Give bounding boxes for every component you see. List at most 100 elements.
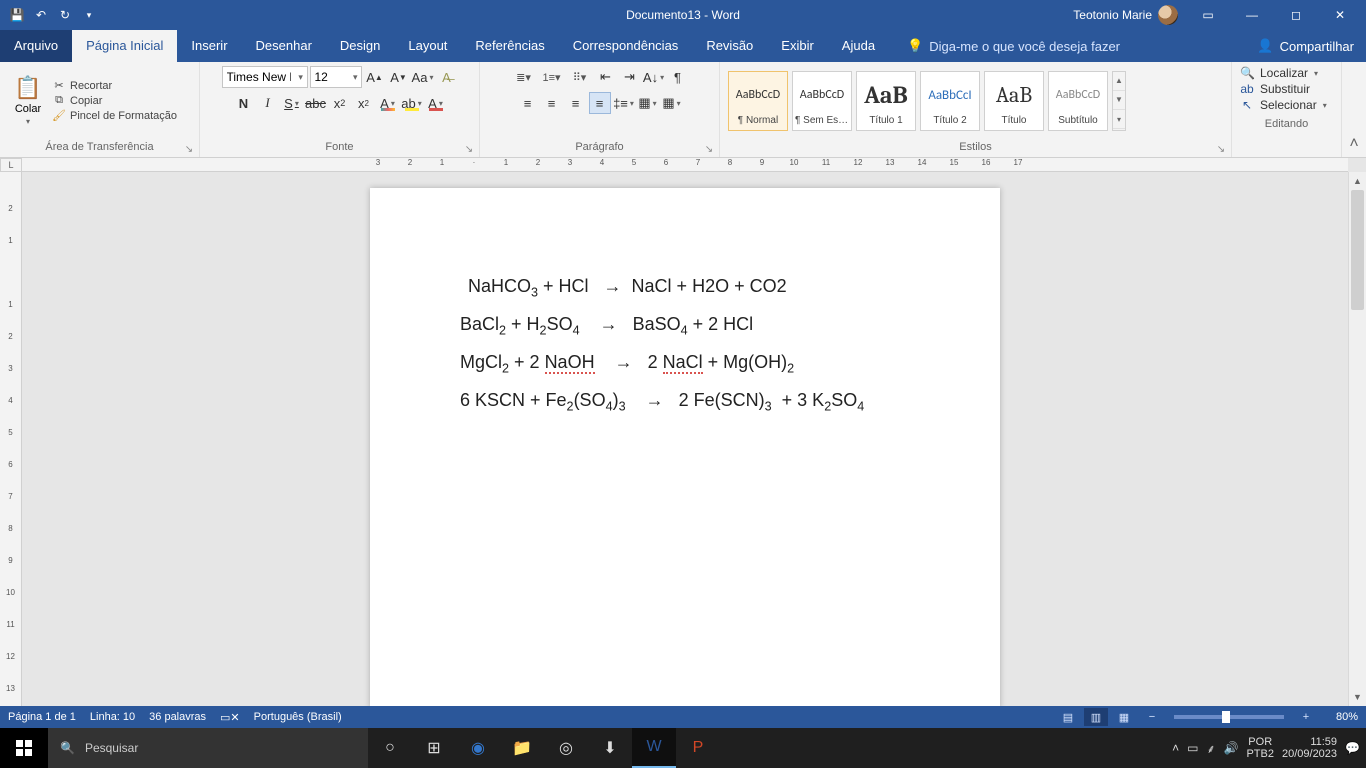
battery-icon[interactable]: ▭ xyxy=(1187,741,1198,755)
sort-button[interactable]: A↓ xyxy=(643,66,665,88)
style-tile[interactable]: AaBbCcDSubtítulo xyxy=(1048,71,1108,131)
task-view-icon[interactable]: ⊞ xyxy=(412,728,456,768)
cortana-icon[interactable]: ○ xyxy=(368,728,412,768)
clipboard-dialog-launcher-icon[interactable]: ↘ xyxy=(183,143,195,155)
tab-insert[interactable]: Inserir xyxy=(177,30,241,62)
underline-button[interactable]: S xyxy=(281,92,303,114)
style-tile[interactable]: AaBbCcITítulo 2 xyxy=(920,71,980,131)
styles-dialog-launcher-icon[interactable]: ↘ xyxy=(1215,143,1227,155)
maximize-icon[interactable]: ◻ xyxy=(1276,1,1316,29)
font-name-input[interactable] xyxy=(223,70,295,84)
horizontal-ruler[interactable]: 321 ·123 4567 891011 12131415 1617 xyxy=(22,158,1348,172)
tray-lang1[interactable]: POR xyxy=(1246,736,1274,748)
font-size-combo[interactable]: ▾ xyxy=(310,66,362,88)
shading-button[interactable]: ▦ xyxy=(637,92,659,114)
microsoft-store-icon[interactable]: ⬇ xyxy=(588,728,632,768)
zoom-in-button[interactable]: + xyxy=(1294,708,1318,726)
status-word-count[interactable]: 36 palavras xyxy=(149,711,206,723)
align-right-button[interactable]: ≡ xyxy=(565,92,587,114)
font-size-input[interactable] xyxy=(311,70,351,84)
word-app-icon[interactable]: W xyxy=(632,728,676,768)
share-button[interactable]: 👤 Compartilhar xyxy=(1245,38,1366,54)
grow-font-button[interactable]: A▲ xyxy=(364,66,386,88)
undo-icon[interactable]: ↶ xyxy=(32,6,50,24)
tab-draw[interactable]: Desenhar xyxy=(242,30,326,62)
volume-icon[interactable]: 🔊 xyxy=(1224,741,1239,755)
bold-button[interactable]: N xyxy=(233,92,255,114)
strikethrough-button[interactable]: abc xyxy=(305,92,327,114)
powerpoint-app-icon[interactable]: P xyxy=(676,728,720,768)
style-tile[interactable]: AaBTítulo 1 xyxy=(856,71,916,131)
qat-customize-icon[interactable]: ▾ xyxy=(80,6,98,24)
replace-button[interactable]: ab Substituir xyxy=(1240,82,1333,96)
vertical-ruler[interactable]: 21 1234 5678 9101112 1314 xyxy=(0,172,22,706)
equation-line[interactable]: BaCl2 + H2SO4 → BaSO4 + 2 HCl xyxy=(460,306,910,344)
tab-home[interactable]: Página Inicial xyxy=(72,30,177,62)
font-name-combo[interactable]: ▾ xyxy=(222,66,308,88)
scroll-down-icon[interactable]: ▼ xyxy=(1349,688,1366,706)
tab-review[interactable]: Revisão xyxy=(692,30,767,62)
align-left-button[interactable]: ≡ xyxy=(517,92,539,114)
tab-layout[interactable]: Layout xyxy=(394,30,461,62)
clear-formatting-button[interactable]: A̶ xyxy=(436,66,458,88)
equation-line[interactable]: MgCl2 + 2 NaOH → 2 NaCl + Mg(OH)2 xyxy=(460,344,910,382)
increase-indent-button[interactable]: ⇥ xyxy=(619,66,641,88)
italic-button[interactable]: I xyxy=(257,92,279,114)
status-line[interactable]: Linha: 10 xyxy=(90,711,135,723)
edge-icon[interactable]: ◉ xyxy=(456,728,500,768)
format-painter-button[interactable]: 🖌 Pincel de Formatação xyxy=(52,109,177,122)
notifications-icon[interactable]: 💬 xyxy=(1345,741,1360,755)
spellcheck-icon[interactable]: ▭✕ xyxy=(220,711,240,724)
styles-scroll[interactable]: ▲▼▾ xyxy=(1112,71,1126,131)
paste-button[interactable]: 📋 Colar ▾ xyxy=(8,75,48,126)
styles-more-icon[interactable]: ▾ xyxy=(1113,110,1125,129)
chrome-icon[interactable]: ◎ xyxy=(544,728,588,768)
save-icon[interactable]: 💾 xyxy=(8,6,26,24)
align-center-button[interactable]: ≡ xyxy=(541,92,563,114)
subscript-button[interactable]: x2 xyxy=(329,92,351,114)
zoom-level[interactable]: 80% xyxy=(1322,711,1358,723)
taskbar-search[interactable]: 🔍 Pesquisar xyxy=(48,728,368,768)
tray-clock[interactable]: 11:59 20/09/2023 xyxy=(1282,736,1337,760)
ribbon-display-options-icon[interactable]: ▭ xyxy=(1188,1,1228,29)
scrollbar-thumb[interactable] xyxy=(1351,190,1364,310)
collapse-ribbon-button[interactable]: ˄ xyxy=(1342,62,1366,157)
zoom-out-button[interactable]: − xyxy=(1140,708,1164,726)
highlight-color-button[interactable]: ab xyxy=(401,92,423,114)
align-justify-button[interactable]: ≡ xyxy=(589,92,611,114)
style-tile[interactable]: AaBTítulo xyxy=(984,71,1044,131)
select-button[interactable]: ↖ Selecionar ▾ xyxy=(1240,98,1333,112)
font-dialog-launcher-icon[interactable]: ↘ xyxy=(463,143,475,155)
start-button[interactable] xyxy=(0,728,48,768)
chevron-down-icon[interactable]: ▾ xyxy=(295,72,307,83)
bullets-button[interactable]: ≣▾ xyxy=(511,66,537,88)
print-layout-icon[interactable]: ▥ xyxy=(1084,708,1108,726)
scrollbar-track[interactable] xyxy=(1349,190,1366,688)
equation-line[interactable]: 6 KSCN + Fe2(SO4)3 → 2 Fe(SCN)3 + 3 K2SO… xyxy=(460,382,910,420)
tell-me-search[interactable]: 💡 Diga-me o que você deseja fazer xyxy=(889,38,1245,54)
line-spacing-button[interactable]: ‡≡ xyxy=(613,92,635,114)
tab-help[interactable]: Ajuda xyxy=(828,30,889,62)
equation-line[interactable]: NaHCO3 + HCl → NaCl + H2O + CO2 xyxy=(460,268,910,306)
change-case-button[interactable]: Aa xyxy=(412,66,434,88)
superscript-button[interactable]: x2 xyxy=(353,92,375,114)
status-language[interactable]: Português (Brasil) xyxy=(254,711,342,723)
zoom-slider-thumb[interactable] xyxy=(1222,711,1230,723)
close-icon[interactable]: ✕ xyxy=(1320,1,1360,29)
redo-icon[interactable]: ↻ xyxy=(56,6,74,24)
account-user[interactable]: Teotonio Marie xyxy=(1073,5,1178,25)
chevron-down-icon[interactable]: ▼ xyxy=(1113,91,1125,110)
tab-references[interactable]: Referências xyxy=(461,30,558,62)
tab-design[interactable]: Design xyxy=(326,30,394,62)
numbering-button[interactable]: 1≡▾ xyxy=(539,66,565,88)
copy-button[interactable]: ⧉ Copiar xyxy=(52,94,177,107)
borders-button[interactable]: ▦ xyxy=(661,92,683,114)
file-explorer-icon[interactable]: 📁 xyxy=(500,728,544,768)
tab-mailings[interactable]: Correspondências xyxy=(559,30,693,62)
paragraph-dialog-launcher-icon[interactable]: ↘ xyxy=(703,143,715,155)
zoom-slider[interactable] xyxy=(1174,715,1284,719)
show-hide-marks-button[interactable]: ¶ xyxy=(667,66,689,88)
vertical-scrollbar[interactable]: ▲ ▼ xyxy=(1348,172,1366,706)
style-tile[interactable]: AaBbCcD¶ Sem Esp... xyxy=(792,71,852,131)
tray-overflow-icon[interactable]: ˄ xyxy=(1172,741,1179,755)
